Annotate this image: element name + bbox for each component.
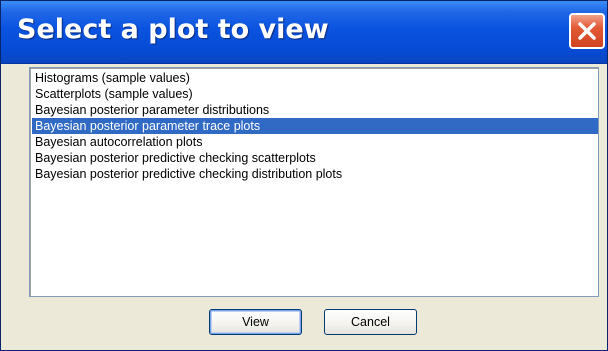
close-button[interactable]: [569, 13, 605, 49]
list-item-ppc-distributions[interactable]: Bayesian posterior predictive checking d…: [32, 166, 598, 182]
list-item-ppc-scatterplots[interactable]: Bayesian posterior predictive checking s…: [32, 150, 598, 166]
list-item-posterior-distributions[interactable]: Bayesian posterior parameter distributio…: [32, 102, 598, 118]
list-item-trace-plots[interactable]: Bayesian posterior parameter trace plots: [32, 118, 598, 134]
list-item-histograms[interactable]: Histograms (sample values): [32, 70, 598, 86]
list-item-scatterplots[interactable]: Scatterplots (sample values): [32, 86, 598, 102]
plot-select-dialog: Select a plot to view Histograms (sample…: [0, 0, 608, 351]
title-bar[interactable]: Select a plot to view: [1, 1, 607, 64]
list-item-autocorrelation[interactable]: Bayesian autocorrelation plots: [32, 134, 598, 150]
dialog-title: Select a plot to view: [17, 14, 329, 45]
cancel-button[interactable]: Cancel: [324, 309, 417, 335]
view-button[interactable]: View: [209, 309, 302, 335]
plot-type-listbox[interactable]: Histograms (sample values) Scatterplots …: [29, 67, 599, 297]
